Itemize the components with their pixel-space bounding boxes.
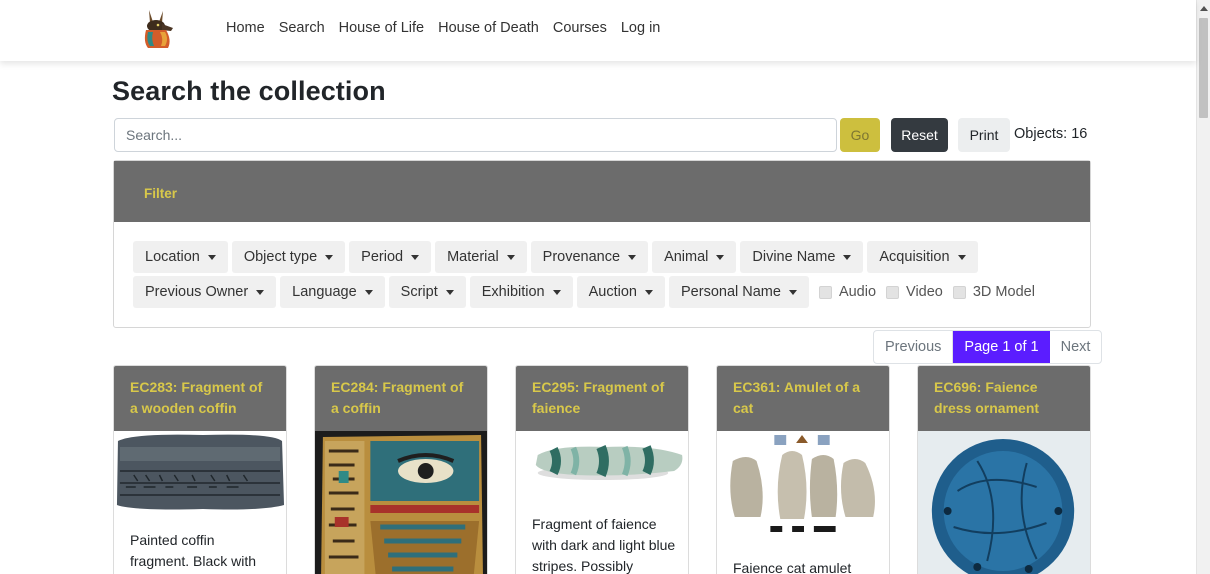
object-card-ec361[interactable]: EC361: Amulet of a cat Faience cat amule… [716, 365, 890, 574]
filter-dropdown-provenance[interactable]: Provenance [530, 241, 649, 273]
filter-dropdown-material[interactable]: Material [435, 241, 527, 273]
caret-down-icon [645, 290, 653, 295]
caret-down-icon [552, 290, 561, 295]
caret-down-icon [325, 255, 334, 260]
checkbox-box[interactable] [952, 285, 966, 299]
checkbox-label: Audio [838, 284, 877, 300]
dropdown-label: Object type [243, 249, 318, 265]
objects-count: Objects: 16 [1014, 126, 1088, 142]
object-card-ec283[interactable]: EC283: Fragment of a wooden coffin Paint… [113, 365, 287, 574]
faience-dress-ornament-image [918, 431, 1090, 574]
checkbox-audio[interactable]: Audio [818, 284, 877, 300]
filter-dropdown-previous-owner[interactable]: Previous Owner [133, 276, 277, 308]
caret-down-icon [843, 255, 852, 260]
dropdown-label: Divine Name [752, 249, 836, 265]
cat-amulet-image [717, 431, 889, 541]
card-title[interactable]: EC696: Faience dress ornament [918, 366, 1090, 431]
object-card-ec696[interactable]: EC696: Faience dress ornament [917, 365, 1091, 574]
checkbox-label: 3D Model [972, 284, 1035, 300]
filter-header: Filter [114, 161, 1090, 222]
filter-dropdown-acquisition[interactable]: Acquisition [867, 241, 978, 273]
page-title: Search the collection [112, 76, 386, 106]
dropdown-label: Material [447, 249, 499, 265]
filter-row-2: Previous Owner Language Script Exhibitio… [133, 276, 1035, 308]
dropdown-label: Previous Owner [145, 284, 249, 300]
caret-down-icon [207, 255, 216, 260]
caret-down-icon [716, 255, 725, 260]
dropdown-label: Provenance [542, 249, 621, 265]
card-description: Faience cat amulet [733, 560, 852, 574]
filter-dropdown-divine-name[interactable]: Divine Name [740, 241, 864, 273]
faience-fragment-image [516, 431, 688, 497]
search-input[interactable] [114, 118, 837, 152]
nav-link-house-of-death[interactable]: House of Death [438, 20, 539, 36]
checkbox-3d-model[interactable]: 3D Model [952, 284, 1035, 300]
dropdown-label: Script [400, 284, 438, 300]
page-scrollbar[interactable] [1196, 0, 1210, 574]
card-title[interactable]: EC283: Fragment of a wooden coffin [114, 366, 286, 431]
card-title[interactable]: EC295: Fragment of faience [516, 366, 688, 431]
filter-dropdown-period[interactable]: Period [349, 241, 432, 273]
print-button[interactable]: Print [958, 118, 1010, 152]
filter-dropdown-personal-name[interactable]: Personal Name [669, 276, 809, 308]
caret-down-icon [957, 255, 966, 260]
anubis-jackal-logo-icon[interactable] [140, 8, 176, 50]
object-card-ec284[interactable]: EC284: Fragment of a coffin [314, 365, 488, 574]
scroll-up-arrow-icon[interactable] [1200, 6, 1208, 11]
filter-dropdown-exhibition[interactable]: Exhibition [469, 276, 573, 308]
pagination-next[interactable]: Next [1050, 331, 1102, 363]
dropdown-label: Location [145, 249, 200, 265]
filter-dropdown-animal[interactable]: Animal [652, 241, 737, 273]
page: Home Search House of Life House of Death… [0, 0, 1210, 574]
scrollbar-thumb[interactable] [1199, 18, 1208, 118]
dropdown-label: Exhibition [481, 284, 545, 300]
nav-link-log-in[interactable]: Log in [621, 20, 661, 36]
nav-links: Home Search House of Life House of Death… [226, 20, 660, 36]
card-description: Fragment of faience with dark and light … [532, 516, 676, 574]
top-navbar: Home Search House of Life House of Death… [0, 0, 1196, 61]
dropdown-label: Personal Name [681, 284, 781, 300]
nav-link-home[interactable]: Home [226, 20, 265, 36]
caret-down-icon [411, 255, 420, 260]
filter-dropdown-auction[interactable]: Auction [576, 276, 665, 308]
caret-down-icon [628, 255, 637, 260]
pagination-current-page[interactable]: Page 1 of 1 [953, 331, 1050, 363]
card-title[interactable]: EC361: Amulet of a cat [717, 366, 889, 431]
painted-coffin-fragment-image [315, 431, 487, 574]
reset-button[interactable]: Reset [891, 118, 948, 152]
object-card-ec295[interactable]: EC295: Fragment of faience Fragment of f… [515, 365, 689, 574]
card-title[interactable]: EC284: Fragment of a coffin [315, 366, 487, 431]
caret-down-icon [506, 255, 515, 260]
dropdown-label: Period [361, 249, 404, 265]
filter-dropdown-language[interactable]: Language [280, 276, 385, 308]
dropdown-label: Acquisition [879, 249, 950, 265]
coffin-fragment-image [114, 431, 286, 513]
nav-link-search[interactable]: Search [279, 20, 325, 36]
go-button[interactable]: Go [840, 118, 880, 152]
dropdown-label: Animal [664, 249, 709, 265]
checkbox-label: Video [906, 284, 943, 300]
caret-down-icon [788, 290, 797, 295]
dropdown-label: Auction [588, 284, 637, 300]
nav-link-courses[interactable]: Courses [553, 20, 607, 36]
filter-dropdown-script[interactable]: Script [388, 276, 466, 308]
checkbox-box[interactable] [886, 285, 900, 299]
filter-dropdown-location[interactable]: Location [133, 241, 228, 273]
checkbox-video[interactable]: Video [886, 284, 943, 300]
nav-link-house-of-life[interactable]: House of Life [339, 20, 424, 36]
filter-panel: Filter Location Object type Period Mater… [113, 160, 1091, 328]
filter-dropdown-object-type[interactable]: Object type [231, 241, 346, 273]
caret-down-icon [256, 290, 265, 295]
checkbox-box[interactable] [818, 285, 832, 299]
pagination-previous[interactable]: Previous [874, 331, 954, 363]
dropdown-label: Language [292, 284, 357, 300]
filter-title: Filter [144, 186, 178, 201]
filter-row-1: Location Object type Period Material Pro… [133, 241, 978, 273]
caret-down-icon [364, 290, 373, 295]
caret-down-icon [445, 290, 454, 295]
pagination: Previous Page 1 of 1 Next [873, 330, 1103, 364]
card-description: Painted coffin fragment. Black with [130, 532, 257, 569]
